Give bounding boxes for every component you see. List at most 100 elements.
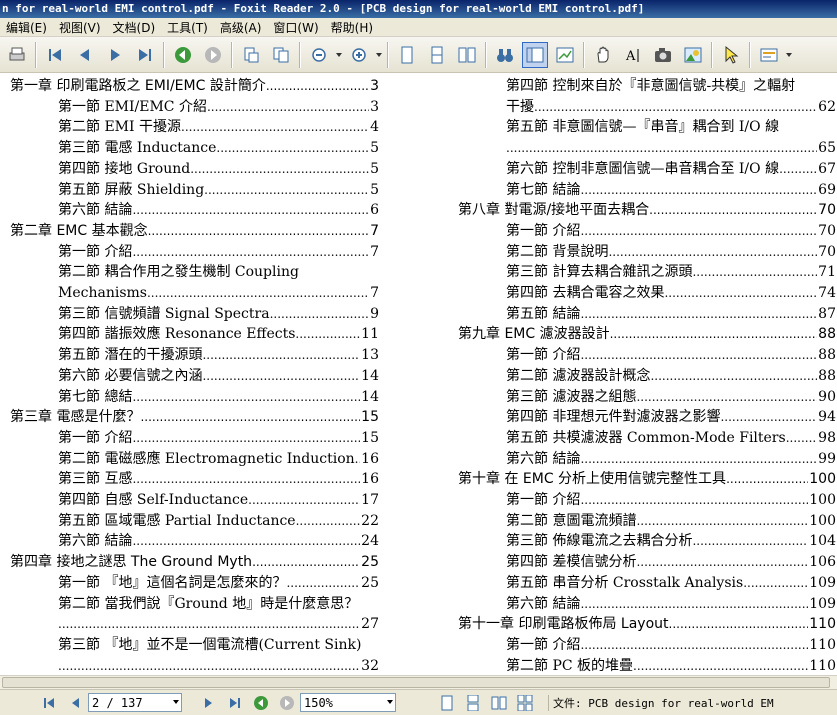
toc-section-entry[interactable]: 第二節 PC 板的堆疊 110 xyxy=(448,656,837,676)
toc-section-entry[interactable]: 第一節 介紹 88 xyxy=(448,345,837,365)
toc-section-entry[interactable]: 第一節 介紹 70 xyxy=(448,221,837,241)
toc-section-entry[interactable]: 第四節 控制來自於『非意圖信號-共模』之輻射 xyxy=(448,76,837,96)
last-page-icon[interactable] xyxy=(224,693,246,713)
toc-section-entry[interactable]: 第一節 介紹 110 xyxy=(448,635,837,655)
toc-section-entry[interactable]: 第二節 電磁感應 Electromagnetic Induction 16 xyxy=(0,449,380,469)
facing-view-icon[interactable] xyxy=(488,693,510,713)
pointer-icon[interactable] xyxy=(718,42,744,68)
toc-section-entry[interactable]: 第六節 結論 6 xyxy=(0,200,380,220)
toc-chapter-entry[interactable]: 第十章 在 EMC 分析上使用信號完整性工具 100 xyxy=(448,469,837,489)
toc-section-entry[interactable]: 第三節 計算去耦合雜訊之源頭 71 xyxy=(448,262,837,282)
toc-chapter-entry[interactable]: 第四章 接地之謎思 The Ground Myth 25 xyxy=(0,552,380,572)
chevron-down-icon[interactable] xyxy=(387,700,393,704)
toc-section-entry[interactable]: 27 xyxy=(0,614,380,634)
toc-section-entry[interactable]: 第三節 濾波器之組態 90 xyxy=(448,387,837,407)
menu-item[interactable]: 窗口(W) xyxy=(267,19,324,36)
single-page-icon[interactable] xyxy=(394,42,420,68)
toc-section-entry[interactable]: 第六節 結論 24 xyxy=(0,531,380,551)
zoom-out-icon[interactable] xyxy=(306,42,332,68)
go-back-icon[interactable] xyxy=(250,693,272,713)
horizontal-scrollbar[interactable] xyxy=(0,675,837,689)
go-forward-icon[interactable] xyxy=(276,693,298,713)
toc-section-entry[interactable]: 第三節 信號頻譜 Signal Spectra 9 xyxy=(0,304,380,324)
toc-section-entry[interactable]: 第五節 潛在的干擾源頭 13 xyxy=(0,345,380,365)
toc-section-entry[interactable]: 第一節 EMI/EMC 介紹 3 xyxy=(0,97,380,117)
toc-section-entry[interactable]: 第七節 總結 14 xyxy=(0,387,380,407)
toc-section-entry[interactable]: 第六節 必要信號之內涵 14 xyxy=(0,366,380,386)
last-page-icon[interactable] xyxy=(132,42,158,68)
toc-section-entry[interactable]: 第二節 背景說明 70 xyxy=(448,242,837,262)
toc-section-entry[interactable]: 第一節 『地』這個名詞是怎麼來的？ 25 xyxy=(0,573,380,593)
toc-section-entry[interactable]: 第二節 意圖電流頻譜 100 xyxy=(448,511,837,531)
chevron-down-icon[interactable] xyxy=(173,700,179,704)
toc-section-entry[interactable]: 第四節 接地 Ground 5 xyxy=(0,159,380,179)
toc-section-entry[interactable]: 第三節 佈線電流之去耦合分析 104 xyxy=(448,531,837,551)
toc-section-entry[interactable]: 第二節 EMI 干擾源 4 xyxy=(0,117,380,137)
single-page-view-icon[interactable] xyxy=(436,693,458,713)
toc-chapter-entry[interactable]: 第二章 EMC 基本觀念 7 xyxy=(0,221,380,241)
go-back-icon[interactable] xyxy=(170,42,196,68)
copy-icon[interactable] xyxy=(268,42,294,68)
toc-section-entry[interactable]: 第二節 當我們說『Ground 地』時是什麼意思？ xyxy=(0,594,380,614)
toc-chapter-entry[interactable]: 第一章 印刷電路板之 EMI/EMC 設計簡介 3 xyxy=(0,76,380,96)
image-tool-icon[interactable] xyxy=(680,42,706,68)
toc-section-entry[interactable]: 32 xyxy=(0,656,380,676)
first-page-icon[interactable] xyxy=(42,42,68,68)
toc-section-entry[interactable]: 第三節 互感 16 xyxy=(0,469,380,489)
toc-section-entry[interactable]: Mechanisms 7 xyxy=(0,283,380,303)
toc-section-entry[interactable]: 第五節 串音分析 Crosstalk Analysis 109 xyxy=(448,573,837,593)
toc-chapter-entry[interactable]: 第九章 EMC 濾波器設計 88 xyxy=(448,324,837,344)
thumbnail-icon[interactable] xyxy=(552,42,578,68)
toc-section-entry[interactable]: 第四節 自感 Self-Inductance 17 xyxy=(0,490,380,510)
toc-section-entry[interactable]: 第四節 差模信號分析 106 xyxy=(448,552,837,572)
page-number-field[interactable]: 2 / 137 xyxy=(88,693,182,712)
toc-chapter-entry[interactable]: 第三章 電感是什麼？ 15 xyxy=(0,407,380,427)
continuous-view-icon[interactable] xyxy=(462,693,484,713)
binoculars-icon[interactable] xyxy=(492,42,518,68)
go-forward-icon[interactable] xyxy=(200,42,226,68)
prev-page-icon[interactable] xyxy=(72,42,98,68)
toc-section-entry[interactable]: 65 xyxy=(448,138,837,158)
menu-item[interactable]: 工具(T) xyxy=(161,19,214,36)
annotation-icon[interactable] xyxy=(756,42,782,68)
toc-section-entry[interactable]: 第六節 結論 109 xyxy=(448,594,837,614)
rotate-icon[interactable] xyxy=(238,42,264,68)
toc-section-entry[interactable]: 第三節 『地』並不是一個電流槽(Current Sink) xyxy=(0,635,380,655)
toc-section-entry[interactable]: 第一節 介紹 100 xyxy=(448,490,837,510)
snapshot-icon[interactable] xyxy=(650,42,676,68)
toc-section-entry[interactable]: 第五節 共模濾波器 Common-Mode Filters 98 xyxy=(448,428,837,448)
next-page-icon[interactable] xyxy=(198,693,220,713)
first-page-icon[interactable] xyxy=(38,693,60,713)
toc-section-entry[interactable]: 第四節 非理想元件對濾波器之影響 94 xyxy=(448,407,837,427)
bookmark-panel-icon[interactable] xyxy=(522,41,548,68)
chevron-down-icon[interactable] xyxy=(374,42,384,68)
menu-item[interactable]: 帮助(H) xyxy=(325,19,379,36)
chevron-down-icon[interactable] xyxy=(334,42,344,68)
zoom-in-icon[interactable] xyxy=(346,42,372,68)
menu-item[interactable]: 文档(D) xyxy=(107,19,162,36)
toc-section-entry[interactable]: 第五節 區域電感 Partial Inductance 22 xyxy=(0,511,380,531)
toc-chapter-entry[interactable]: 第八章 對電源/接地平面去耦合 70 xyxy=(448,200,837,220)
toc-chapter-entry[interactable]: 第十一章 印刷電路板佈局 Layout 110 xyxy=(448,614,837,634)
facing-icon[interactable] xyxy=(454,42,480,68)
continuous-icon[interactable] xyxy=(424,42,450,68)
chevron-down-icon[interactable] xyxy=(784,42,794,68)
menu-item[interactable]: 高级(A) xyxy=(214,19,268,36)
toc-section-entry[interactable]: 第五節 結論 87 xyxy=(448,304,837,324)
toc-section-entry[interactable]: 第七節 結論 69 xyxy=(448,180,837,200)
toc-section-entry[interactable]: 第二節 濾波器設計概念 88 xyxy=(448,366,837,386)
zoom-field[interactable]: 150% xyxy=(300,693,396,712)
continuous-facing-view-icon[interactable] xyxy=(514,693,536,713)
toc-section-entry[interactable]: 第五節 非意圖信號—『串音』耦合到 I/O 線 xyxy=(448,117,837,137)
toc-section-entry[interactable]: 第三節 電感 Inductance 5 xyxy=(0,138,380,158)
scrollbar-thumb[interactable] xyxy=(2,677,830,688)
next-page-icon[interactable] xyxy=(102,42,128,68)
toc-section-entry[interactable]: 第一節 介紹 15 xyxy=(0,428,380,448)
menu-item[interactable]: 视图(V) xyxy=(53,19,107,36)
toc-section-entry[interactable]: 第六節 控制非意圖信號—串音耦合至 I/O 線 67 xyxy=(448,159,837,179)
toc-section-entry[interactable]: 干擾 62 xyxy=(448,97,837,117)
toc-section-entry[interactable]: 第四節 去耦合電容之效果 74 xyxy=(448,283,837,303)
hand-tool-icon[interactable] xyxy=(590,42,616,68)
toc-section-entry[interactable]: 第五節 屏蔽 Shielding 5 xyxy=(0,180,380,200)
toc-section-entry[interactable]: 第一節 介紹 7 xyxy=(0,242,380,262)
